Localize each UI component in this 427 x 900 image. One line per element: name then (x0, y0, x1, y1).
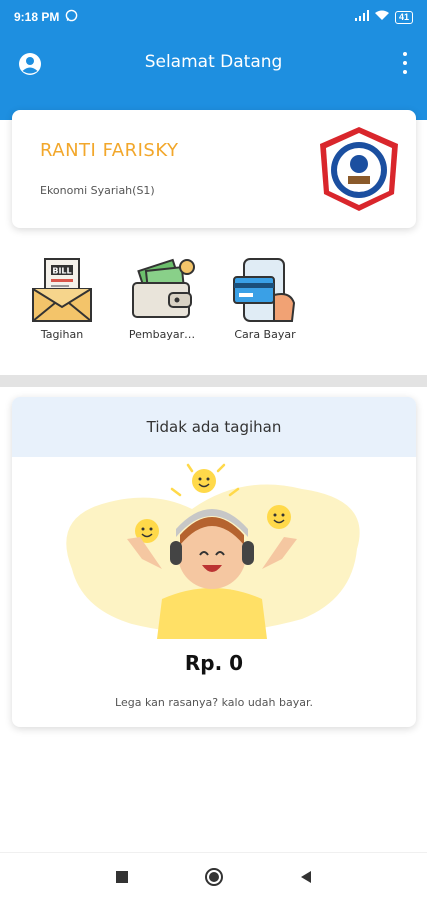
bill-envelope-icon: BILL (32, 258, 92, 322)
study-program: Ekonomi Syariah(S1) (40, 184, 155, 197)
wifi-icon (374, 10, 389, 24)
phone-card-icon (233, 258, 296, 322)
menu-row: BILL Tagihan Pembayar… Cara Bayar (0, 255, 427, 350)
section-divider (0, 375, 427, 387)
profile-card: RANTI FARISKY Ekonomi Syariah(S1) (12, 110, 416, 228)
menu-item-pembayaran[interactable]: Pembayar… (122, 255, 202, 341)
menu-label-cara-bayar: Cara Bayar (234, 328, 296, 341)
bill-status-header: Tidak ada tagihan (12, 397, 416, 457)
recent-apps-icon[interactable] (112, 867, 132, 887)
smiley-icon (192, 469, 216, 493)
home-icon[interactable] (204, 867, 224, 887)
menu-item-tagihan[interactable]: BILL Tagihan (22, 255, 102, 341)
whatsapp-icon (65, 9, 78, 25)
back-icon[interactable] (296, 867, 316, 887)
system-nav-bar (0, 852, 427, 900)
wallet-money-icon (132, 258, 195, 318)
menu-item-cara-bayar[interactable]: Cara Bayar (225, 255, 305, 341)
status-bar: 9:18 PM 41 (0, 0, 427, 34)
app-bar: Selamat Datang (0, 34, 427, 120)
menu-label-pembayaran: Pembayar… (128, 328, 196, 341)
menu-label-tagihan: Tagihan (40, 328, 84, 341)
battery-indicator: 41 (394, 10, 413, 24)
signal-icon (354, 10, 369, 24)
bill-summary-card: Tidak ada tagihan Rp. 0 Lega kan rasanya… (12, 397, 416, 727)
more-options-icon[interactable] (401, 52, 409, 74)
svg-text:BILL: BILL (52, 267, 71, 276)
page-title: Selamat Datang (144, 52, 283, 72)
status-time: 9:18 PM (14, 10, 60, 24)
bill-amount: Rp. 0 (184, 651, 244, 675)
happy-kid-illustration (12, 459, 416, 639)
student-name: RANTI FARISKY (40, 140, 179, 161)
institution-logo (314, 124, 404, 214)
bill-note: Lega kan rasanya? kalo udah bayar. (115, 696, 313, 709)
